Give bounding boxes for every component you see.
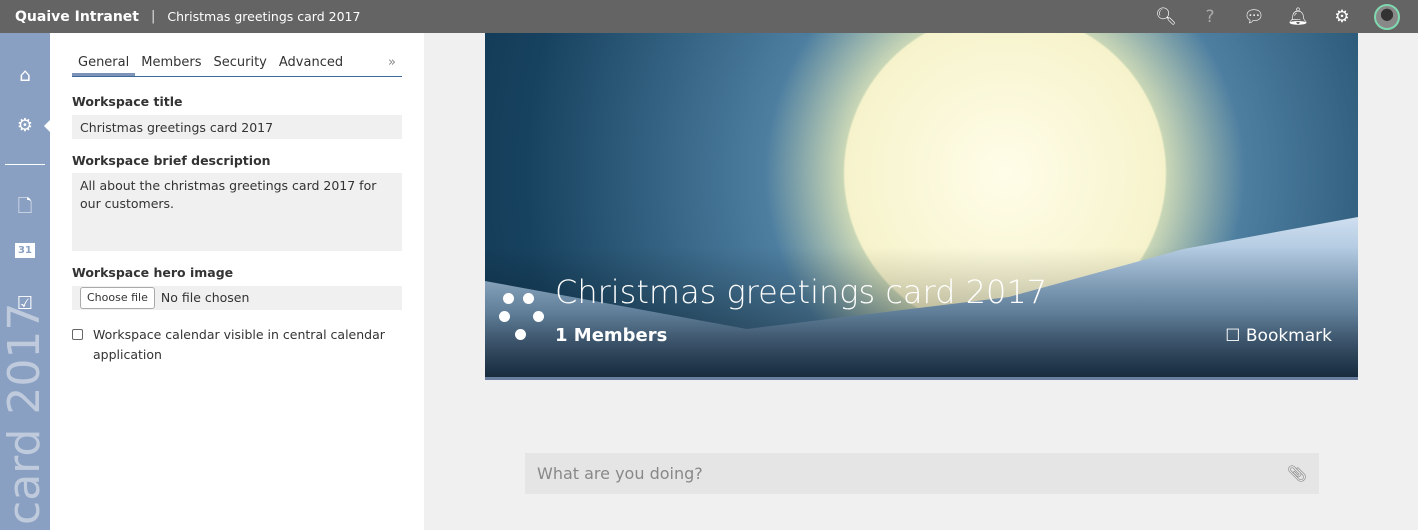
bell-icon[interactable]: 🔔︎: [1286, 7, 1310, 27]
bookmark-icon: ☐: [1225, 326, 1241, 346]
tab-members[interactable]: Members: [135, 53, 207, 76]
calendar-icon[interactable]: 31: [0, 243, 50, 258]
divider: [5, 164, 45, 165]
sidebar-rail: ⌂ ⚙ 🗋 31 ☑ card 2017: [0, 33, 50, 530]
home-icon[interactable]: ⌂: [0, 65, 50, 86]
calendar-visible-label: Workspace calendar visible in central ca…: [93, 327, 385, 362]
title-label: Workspace title: [72, 94, 183, 109]
bookmark-button[interactable]: ☐ Bookmark: [1225, 326, 1332, 346]
brand[interactable]: Quaive Intranet: [15, 9, 139, 25]
description-label: Workspace brief description: [72, 153, 271, 168]
hero-title: Christmas greetings card 2017: [555, 273, 1048, 311]
paperclip-icon[interactable]: 📎︎: [1287, 464, 1307, 483]
calendar-visible-option: Workspace calendar visible in central ca…: [72, 325, 402, 365]
separator: |: [150, 9, 156, 24]
hero-shade: [485, 247, 1358, 377]
hero-banner: Christmas greetings card 2017 1 Members …: [485, 33, 1358, 380]
gear-icon[interactable]: ⚙: [0, 115, 50, 136]
hero-image-field: Choose file No file chosen: [72, 286, 402, 310]
bookmark-label: Bookmark: [1245, 326, 1332, 346]
calendar-visible-checkbox[interactable]: [72, 329, 83, 340]
post-placeholder: What are you doing?: [537, 464, 703, 483]
workspace-vertical-title: card 2017: [0, 302, 50, 525]
chat-icon[interactable]: 💬︎: [1242, 7, 1266, 27]
tab-advanced[interactable]: Advanced: [273, 53, 349, 76]
breadcrumb[interactable]: Christmas greetings card 2017: [167, 9, 360, 24]
document-icon[interactable]: 🗋: [0, 194, 50, 224]
description-textarea[interactable]: All about the christmas greetings card 2…: [72, 173, 402, 251]
title-input[interactable]: Christmas greetings card 2017: [72, 115, 402, 139]
tab-bar: General Members Security Advanced »: [72, 53, 402, 77]
workspace-logo-icon: [497, 291, 547, 343]
help-icon[interactable]: ?: [1198, 7, 1222, 27]
tab-general[interactable]: General: [72, 53, 136, 76]
calendar-day: 31: [15, 243, 35, 258]
search-icon[interactable]: 🔍︎: [1154, 7, 1178, 27]
status-post-input[interactable]: What are you doing? 📎︎: [525, 453, 1319, 494]
avatar[interactable]: [1374, 3, 1400, 30]
members-link[interactable]: 1 Members: [555, 325, 667, 346]
more-tabs-button[interactable]: »: [388, 55, 396, 70]
gear-icon[interactable]: ⚙: [1330, 7, 1354, 27]
top-bar: Quaive Intranet | Christmas greetings ca…: [0, 0, 1418, 33]
no-file-text: No file chosen: [160, 290, 250, 305]
tab-security[interactable]: Security: [207, 53, 272, 76]
hero-image-label: Workspace hero image: [72, 265, 234, 280]
choose-file-button[interactable]: Choose file: [80, 287, 155, 309]
settings-panel: General Members Security Advanced » Work…: [50, 33, 424, 530]
